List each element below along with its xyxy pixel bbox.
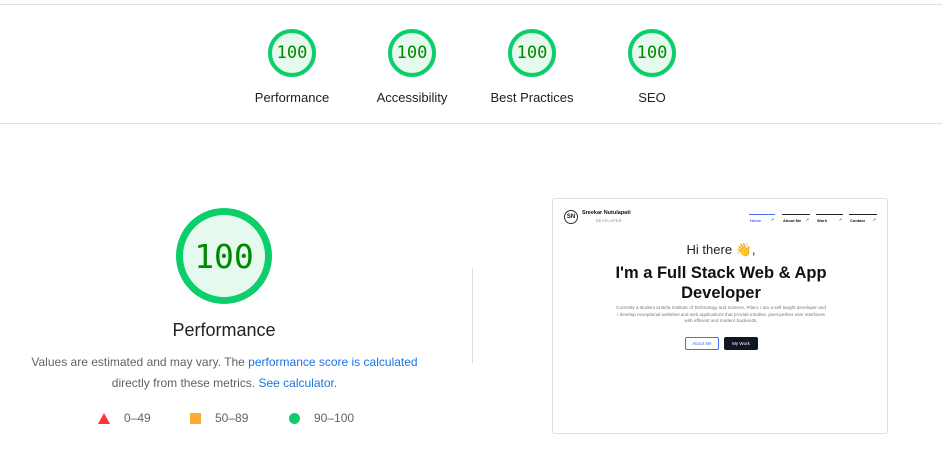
performance-score-gauge: 100 — [176, 208, 272, 304]
gauge-seo[interactable]: 100 SEO — [592, 29, 712, 105]
nav-home: Home ↗ — [749, 214, 775, 225]
desc-text: . — [333, 376, 338, 390]
nav-label: Work — [817, 218, 827, 223]
score-ring: 100 — [268, 29, 316, 77]
nav-label: About Me — [783, 218, 802, 223]
nav-label: Contact — [850, 218, 865, 223]
score-ring: 100 — [628, 29, 676, 77]
hero-headline: I'm a Full Stack Web & App Developer — [615, 264, 827, 302]
score-ring: 100 — [508, 29, 556, 77]
gauge-label: Performance — [254, 90, 330, 105]
nav-label: Home — [750, 218, 762, 223]
desc-text: directly from these metrics. — [111, 376, 259, 390]
legend-pass: 90–100 — [289, 411, 354, 425]
legend-average: 50–89 — [190, 411, 248, 425]
performance-title: Performance — [172, 320, 276, 340]
circle-icon — [289, 412, 300, 424]
brand-role: DEVELOPER — [596, 219, 622, 223]
score-value: 100 — [396, 43, 428, 63]
legend-fail: 0–49 — [98, 411, 151, 425]
score-description: Values are estimated and may vary. The p… — [12, 352, 437, 394]
gauge-label: Best Practices — [490, 90, 574, 105]
legend-range: 90–100 — [314, 411, 355, 425]
vertical-divider — [472, 268, 473, 363]
brand-name: Sreekar Nutulapati — [582, 210, 631, 216]
section-divider — [0, 123, 942, 124]
square-icon — [190, 412, 201, 424]
gauge-performance[interactable]: 100 Performance — [232, 29, 352, 105]
gauge-best-practices[interactable]: 100 Best Practices — [472, 29, 592, 105]
arrow-icon: ↗ — [805, 217, 809, 222]
gauge-accessibility[interactable]: 100 Accessibility — [352, 29, 472, 105]
arrow-icon: ↗ — [838, 217, 842, 222]
score-value: 100 — [276, 43, 308, 63]
score-value: 100 — [516, 43, 548, 63]
greeting: Hi there 👋, — [686, 242, 756, 257]
calculator-link[interactable]: See calculator — [258, 376, 333, 390]
arrow-icon: ↗ — [872, 217, 876, 222]
final-screenshot[interactable]: SN Sreekar Nutulapati DEVELOPER Home ↗ A… — [552, 198, 888, 434]
hero-paragraph: Currently a student at Birla Institute o… — [616, 305, 826, 323]
top-divider — [0, 4, 942, 5]
nav-about: About Me ↗ — [782, 214, 810, 225]
my-work-button: My Work — [724, 337, 758, 350]
score-ring: 100 — [388, 29, 436, 77]
about-me-button: About Me — [685, 337, 719, 350]
nav-work: Work ↗ — [816, 214, 843, 225]
triangle-icon — [98, 412, 110, 424]
legend-range: 0–49 — [124, 411, 151, 425]
site-logo: SN — [564, 210, 578, 224]
performance-score-value: 100 — [194, 236, 254, 276]
legend-range: 50–89 — [215, 411, 249, 425]
gauge-label: SEO — [638, 90, 666, 105]
arrow-icon: ↗ — [770, 217, 774, 222]
nav-contact: Contact ↗ — [849, 214, 877, 225]
gauge-label: Accessibility — [376, 90, 448, 105]
score-value: 100 — [636, 43, 668, 63]
performance-score-link[interactable]: performance score is calculated — [248, 355, 417, 369]
desc-text: Values are estimated and may vary. The — [31, 355, 249, 369]
